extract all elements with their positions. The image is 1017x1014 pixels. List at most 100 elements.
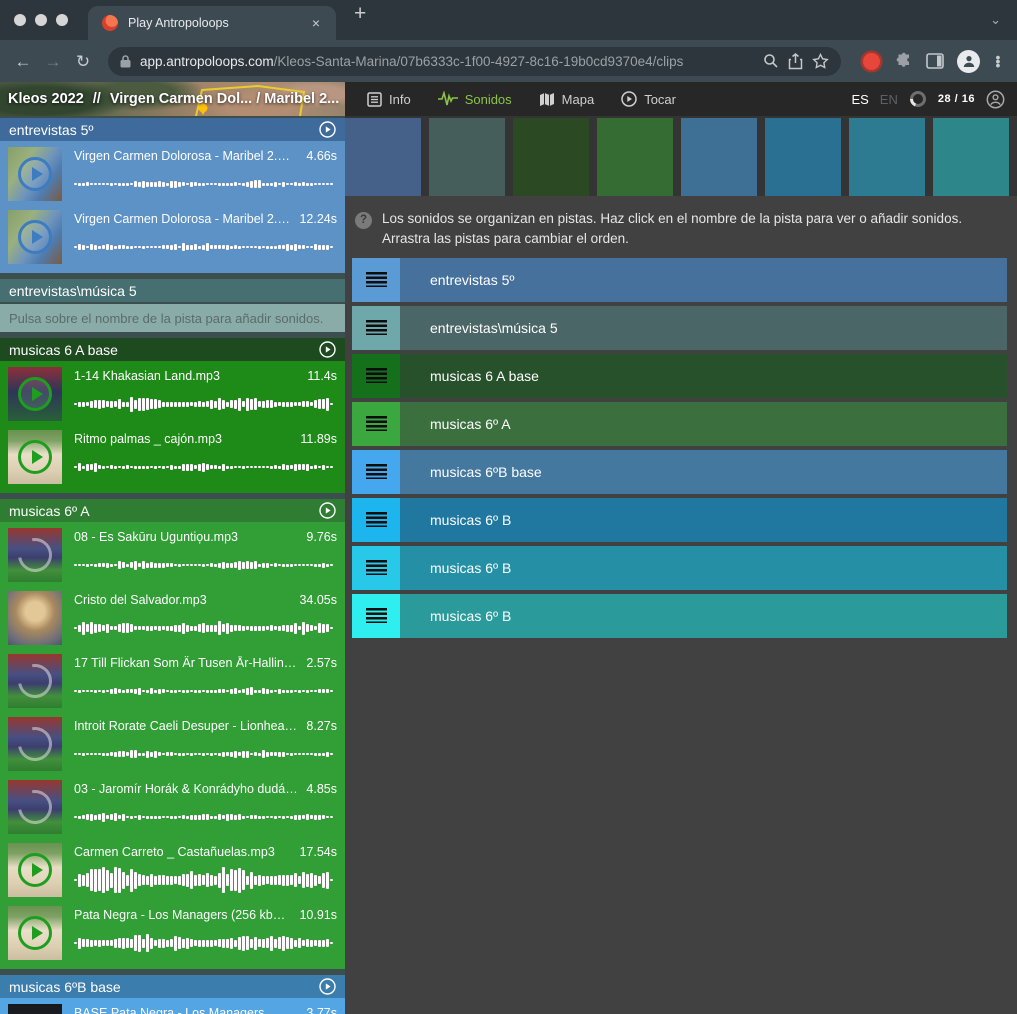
clip-play-icon[interactable]	[8, 843, 62, 897]
nav-tab-info[interactable]: Info	[367, 92, 411, 107]
clip-play-icon[interactable]	[8, 528, 62, 582]
track-row[interactable]: musicas 6º B	[352, 498, 1007, 542]
window-zoom-button[interactable]	[56, 14, 68, 26]
nav-tab-tocar[interactable]: Tocar	[621, 91, 676, 107]
clip-waveform[interactable]	[74, 923, 337, 963]
track-color-swatch[interactable]	[597, 118, 673, 196]
reload-button[interactable]: ↻	[70, 53, 96, 70]
section-header[interactable]: musicas 6º A	[0, 499, 345, 522]
section-header[interactable]: musicas 6 A base	[0, 338, 345, 361]
track-color-swatch[interactable]	[765, 118, 841, 196]
clip-row[interactable]: Cristo del Salvador.mp3 34.05s	[0, 588, 345, 648]
track-color-swatch[interactable]	[513, 118, 589, 196]
account-icon[interactable]	[986, 90, 1005, 109]
clip-waveform[interactable]	[74, 384, 337, 424]
track-name[interactable]: musicas 6º A	[430, 416, 511, 432]
clip-waveform[interactable]	[74, 227, 337, 267]
section-header[interactable]: entrevistas\música 5	[0, 279, 345, 302]
clip-thumbnail[interactable]	[8, 210, 62, 264]
track-drag-handle[interactable]	[352, 258, 400, 302]
menu-kebab-icon[interactable]: •••	[993, 55, 1003, 67]
track-row[interactable]: musicas 6º A	[352, 402, 1007, 446]
track-name[interactable]: entrevistas\música 5	[430, 320, 558, 336]
track-name[interactable]: musicas 6ºB base	[430, 464, 542, 480]
breadcrumb[interactable]: Kleos 2022 // Virgen Carmen Dol... / Mar…	[0, 82, 345, 116]
track-drag-handle[interactable]	[352, 354, 400, 398]
clip-row[interactable]: Ritmo palmas _ cajón.mp3 11.89s	[0, 427, 345, 487]
track-color-swatch[interactable]	[345, 118, 421, 196]
track-color-swatch[interactable]	[849, 118, 925, 196]
clip-play-icon[interactable]	[8, 780, 62, 834]
clip-waveform[interactable]	[74, 608, 337, 648]
clip-play-icon[interactable]	[8, 210, 62, 264]
clip-thumbnail[interactable]	[8, 367, 62, 421]
track-name[interactable]: musicas 6º B	[430, 512, 511, 528]
section-title[interactable]: musicas 6 A base	[9, 342, 118, 358]
extensions-puzzle-icon[interactable]	[895, 52, 913, 70]
track-row[interactable]: entrevistas 5º	[352, 258, 1007, 302]
track-row-body[interactable]: musicas 6º A	[400, 402, 1007, 446]
side-panel-icon[interactable]	[926, 53, 944, 69]
clip-row[interactable]: 03 - Jaromír Horák & Konrádyho dudácká .…	[0, 777, 345, 837]
clip-waveform[interactable]	[74, 671, 337, 711]
clip-waveform[interactable]	[74, 860, 337, 900]
track-name[interactable]: musicas 6º B	[430, 560, 511, 576]
track-name[interactable]: musicas 6º B	[430, 608, 511, 624]
breadcrumb-map-thumbnail[interactable]: Kleos 2022 // Virgen Carmen Dol... / Mar…	[0, 82, 345, 116]
clip-thumbnail[interactable]	[8, 780, 62, 834]
clip-row[interactable]: Virgen Carmen Dolorosa - Maribel 2.mp3 4…	[0, 144, 345, 204]
clip-waveform[interactable]	[74, 545, 337, 585]
track-drag-handle[interactable]	[352, 402, 400, 446]
track-row[interactable]: musicas 6ºB base	[352, 450, 1007, 494]
track-drag-handle[interactable]	[352, 594, 400, 638]
clip-thumbnail[interactable]	[8, 528, 62, 582]
clip-row[interactable]: 17 Till Flickan Som Är Tusen År-Halling …	[0, 651, 345, 711]
clip-play-icon[interactable]	[8, 430, 62, 484]
clip-row[interactable]: Introit Rorate Caeli Desuper - Lionheart…	[0, 714, 345, 774]
track-row[interactable]: musicas 6 A base	[352, 354, 1007, 398]
track-row[interactable]: musicas 6º B	[352, 546, 1007, 590]
clip-row[interactable]: Pata Negra - Los Managers (256 kbps).mp3…	[0, 903, 345, 963]
section-play-button[interactable]	[319, 121, 336, 138]
breadcrumb-project[interactable]: Kleos 2022	[8, 91, 84, 107]
clip-thumbnail[interactable]	[8, 1004, 62, 1014]
clip-thumbnail[interactable]	[8, 654, 62, 708]
track-name[interactable]: musicas 6 A base	[430, 368, 539, 384]
window-close-button[interactable]	[14, 14, 26, 26]
back-button[interactable]: ←	[10, 53, 36, 70]
address-bar[interactable]: app.antropoloops.com/Kleos-Santa-Marina/…	[108, 47, 841, 76]
clip-thumbnail[interactable]	[8, 147, 62, 201]
browser-tab[interactable]: Play Antropoloops ×	[88, 6, 336, 40]
track-row-body[interactable]: musicas 6 A base	[400, 354, 1007, 398]
clip-row[interactable]: Virgen Carmen Dolorosa - Maribel 2.mp3 1…	[0, 207, 345, 267]
track-row-body[interactable]: musicas 6º B	[400, 498, 1007, 542]
clip-waveform[interactable]	[74, 734, 337, 774]
section-header[interactable]: musicas 6ºB base	[0, 975, 345, 998]
clip-row[interactable]: BASE Pata Negra - Los Managers 3.77s	[0, 1001, 345, 1014]
clip-thumbnail[interactable]	[8, 906, 62, 960]
zoom-icon[interactable]	[763, 53, 779, 69]
clip-thumbnail[interactable]	[8, 430, 62, 484]
nav-tab-sonidos[interactable]: Sonidos	[438, 91, 512, 107]
clip-waveform[interactable]	[74, 164, 337, 204]
section-play-button[interactable]	[319, 502, 336, 519]
track-color-swatch[interactable]	[681, 118, 757, 196]
clip-thumbnail[interactable]	[8, 843, 62, 897]
section-title[interactable]: musicas 6ºB base	[9, 979, 121, 995]
track-row-body[interactable]: musicas 6º B	[400, 546, 1007, 590]
track-drag-handle[interactable]	[352, 546, 400, 590]
track-row[interactable]: entrevistas\música 5	[352, 306, 1007, 350]
clip-play-icon[interactable]	[8, 906, 62, 960]
clip-row[interactable]: 1-14 Khakasian Land.mp3 11.4s	[0, 364, 345, 424]
url-text[interactable]: app.antropoloops.com/Kleos-Santa-Marina/…	[140, 54, 754, 69]
section-title[interactable]: musicas 6º A	[9, 503, 90, 519]
record-extension-icon[interactable]	[863, 53, 880, 70]
track-color-swatch[interactable]	[429, 118, 505, 196]
clip-waveform[interactable]	[74, 797, 337, 837]
forward-button[interactable]: →	[40, 53, 66, 70]
clip-play-icon[interactable]	[8, 147, 62, 201]
tab-search-chevron-icon[interactable]: ⌄	[990, 12, 1001, 28]
track-row-body[interactable]: entrevistas\música 5	[400, 306, 1007, 350]
track-row-body[interactable]: entrevistas 5º	[400, 258, 1007, 302]
clip-waveform[interactable]	[74, 447, 337, 487]
